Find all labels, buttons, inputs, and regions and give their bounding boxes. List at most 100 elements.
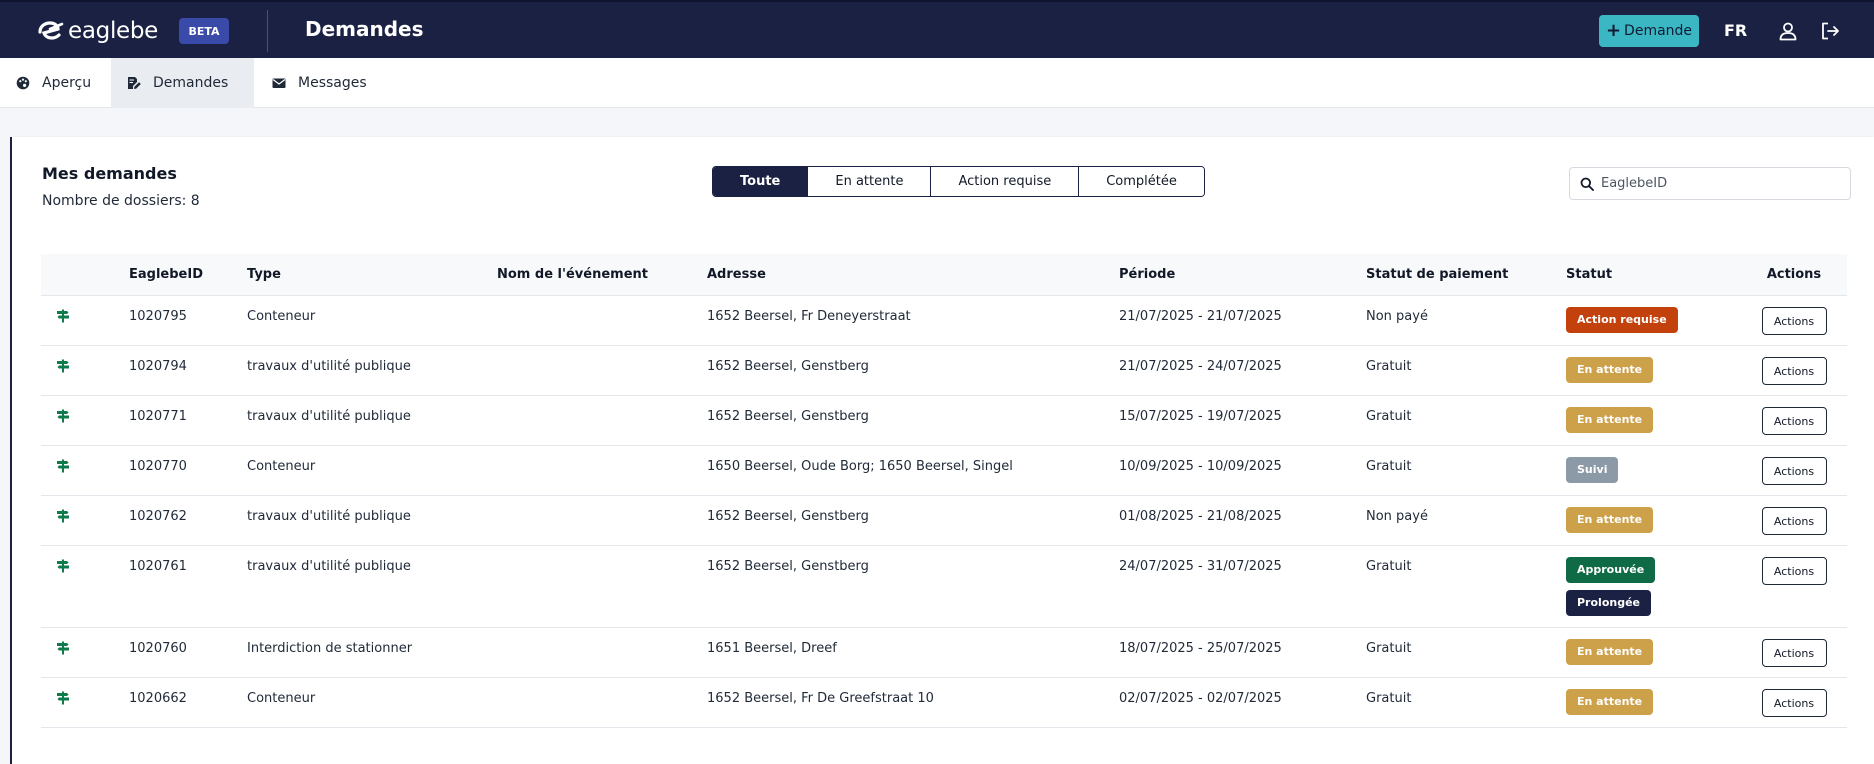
top-bar: eaglebe BETA Demandes + Demande FR [0,0,1874,58]
row-address: 1652 Beersel, Genstberg [707,509,869,524]
filter-all[interactable]: Toute [713,167,809,196]
actions-button[interactable]: Actions [1761,307,1827,335]
signpost-icon [57,359,69,373]
row-id: 1020760 [129,641,187,656]
row-address: 1652 Beersel, Fr Deneyerstraat [707,309,911,324]
actions-button[interactable]: Actions [1761,407,1827,435]
row-status: Approuvée Prolongée [1566,546,1741,623]
edit-document-icon [128,77,141,89]
row-period: 21/07/2025 - 21/07/2025 [1119,309,1282,324]
table-row[interactable]: 1020760 Interdiction de stationner 1651 … [41,628,1847,678]
row-period: 18/07/2025 - 25/07/2025 [1119,641,1282,656]
row-type: Conteneur [247,309,316,324]
status-badge: Prolongée [1566,590,1651,616]
search-icon [1580,177,1594,191]
eaglebe-logo-icon [38,21,64,40]
requests-table: EaglebeID Type Nom de l'événement Adress… [41,254,1847,728]
card-title: Mes demandes [42,164,177,183]
filter-completed[interactable]: Complétée [1079,167,1204,196]
row-status: En attente [1566,678,1741,722]
row-address: 1652 Beersel, Genstberg [707,559,869,574]
table-row[interactable]: 1020662 Conteneur 1652 Beersel, Fr De Gr… [41,678,1847,728]
filter-pending[interactable]: En attente [808,167,932,196]
row-type: Interdiction de stationner [247,641,413,656]
row-type: travaux d'utilité publique [247,409,411,424]
status-badge: En attente [1566,639,1654,665]
row-event [497,446,707,459]
row-actions-cell: Actions [1741,446,1847,485]
nav-label: Aperçu [42,75,92,91]
status-badge: En attente [1566,407,1654,433]
actions-button[interactable]: Actions [1761,507,1827,535]
row-address: 1652 Beersel, Genstberg [707,409,869,424]
row-event [497,396,707,409]
row-period: 02/07/2025 - 02/07/2025 [1119,691,1282,706]
row-payment: Gratuit [1366,359,1412,374]
search-input[interactable] [1601,176,1841,191]
plus-icon: + [1605,19,1622,41]
dossier-count: Nombre de dossiers: 8 [42,193,200,209]
table-row[interactable]: 1020762 travaux d'utilité publique 1652 … [41,496,1847,546]
row-period: 15/07/2025 - 19/07/2025 [1119,409,1282,424]
row-event [497,346,707,359]
actions-button[interactable]: Actions [1761,357,1827,385]
row-icon-cell [41,346,129,377]
actions-button[interactable]: Actions [1761,639,1827,667]
nav-item-messages[interactable]: Messages [256,58,396,108]
language-switch[interactable]: FR [1724,21,1747,40]
logout-icon[interactable] [1820,21,1840,41]
table-row[interactable]: 1020770 Conteneur 1650 Beersel, Oude Bor… [41,446,1847,496]
row-actions-cell: Actions [1741,628,1847,667]
row-event [497,678,707,691]
actions-button[interactable]: Actions [1761,689,1827,717]
row-type: Conteneur [247,459,316,474]
row-actions-cell: Actions [1741,678,1847,717]
row-event [497,296,707,309]
row-period: 10/09/2025 - 10/09/2025 [1119,459,1282,474]
row-address: 1652 Beersel, Genstberg [707,359,869,374]
table-row[interactable]: 1020795 Conteneur 1652 Beersel, Fr Deney… [41,296,1847,346]
nav-item-demandes[interactable]: Demandes [111,58,254,108]
row-event [497,496,707,509]
actions-button[interactable]: Actions [1761,457,1827,485]
row-event [497,546,707,559]
table-row[interactable]: 1020794 travaux d'utilité publique 1652 … [41,346,1847,396]
row-id: 1020794 [129,359,187,374]
table-row[interactable]: 1020771 travaux d'utilité publique 1652 … [41,396,1847,446]
row-status: En attente [1566,628,1741,672]
header-divider [267,10,268,52]
beta-badge: BETA [179,18,229,44]
row-payment: Gratuit [1366,559,1412,574]
table-body: 1020795 Conteneur 1652 Beersel, Fr Deney… [41,296,1847,728]
signpost-icon [57,409,69,423]
filter-action-required[interactable]: Action requise [931,167,1080,196]
nav-label: Messages [298,75,367,91]
row-address: 1650 Beersel, Oude Borg; 1650 Beersel, S… [707,459,1013,474]
row-id: 1020662 [129,691,187,706]
add-demande-button[interactable]: + Demande [1599,15,1699,47]
status-filter-group: Toute En attente Action requise Complété… [712,166,1205,197]
brand-logo[interactable]: eaglebe [36,18,158,44]
signpost-icon [57,309,69,323]
row-id: 1020771 [129,409,187,424]
actions-button[interactable]: Actions [1761,557,1827,585]
row-actions-cell: Actions [1741,296,1847,335]
header-payment: Statut de paiement [1366,267,1509,282]
row-icon-cell [41,496,129,527]
status-badge: En attente [1566,357,1654,383]
status-badge: En attente [1566,507,1654,533]
row-type: travaux d'utilité publique [247,359,411,374]
row-period: 24/07/2025 - 31/07/2025 [1119,559,1282,574]
row-actions-cell: Actions [1741,496,1847,535]
row-type: travaux d'utilité publique [247,559,411,574]
header-event: Nom de l'événement [497,267,648,282]
nav-item-apercu[interactable]: Aperçu [0,58,111,108]
row-status: Action requise [1566,296,1741,340]
add-demande-label: Demande [1624,23,1693,39]
row-icon-cell [41,296,129,327]
header-status: Statut [1566,267,1613,282]
table-row[interactable]: 1020761 travaux d'utilité publique 1652 … [41,546,1847,628]
header-period: Période [1119,267,1176,282]
row-status: En attente [1566,346,1741,390]
user-icon[interactable] [1778,21,1798,41]
